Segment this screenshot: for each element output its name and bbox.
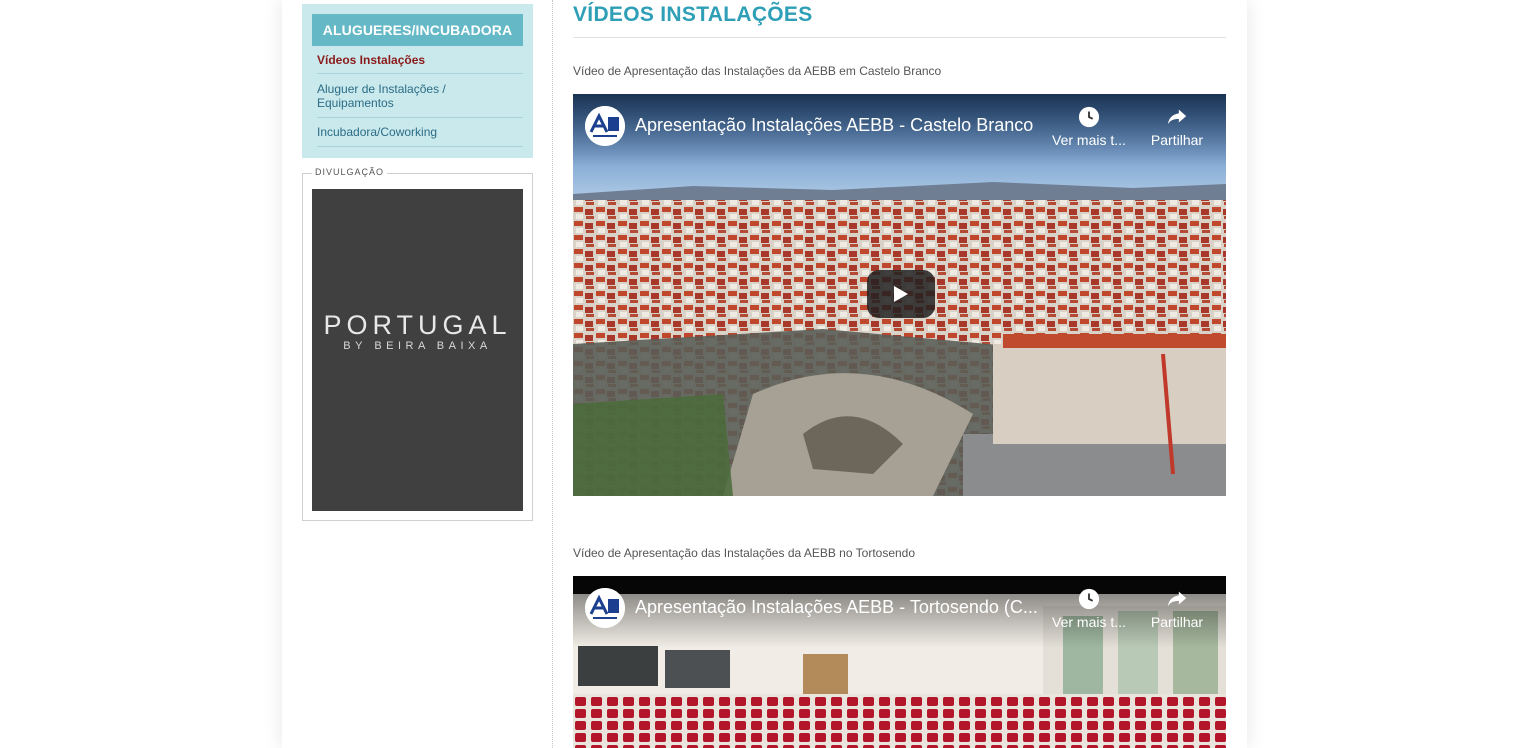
watch-later-button[interactable]: Ver mais t... xyxy=(1049,106,1129,148)
banner-subtitle: BY BEIRA BAIXA xyxy=(343,340,492,352)
aebb-logo-icon xyxy=(585,588,625,628)
play-icon xyxy=(894,286,908,302)
watch-later-button[interactable]: Ver mais t... xyxy=(1049,588,1129,630)
video-title[interactable]: Apresentação Instalações AEBB - Castelo … xyxy=(635,115,1055,136)
sidebar-section-title: ALUGUERES/INCUBADORA xyxy=(312,14,523,46)
clock-icon xyxy=(1078,106,1100,128)
share-button[interactable]: Partilhar xyxy=(1137,106,1217,148)
video-caption-tortosendo: Vídeo de Apresentação das Instalações da… xyxy=(573,546,916,560)
clock-icon xyxy=(1078,588,1100,610)
column-divider xyxy=(552,0,553,748)
sidebar-menu: ALUGUERES/INCUBADORA Vídeos Instalações … xyxy=(302,4,533,158)
sidebar-item-aluguer-instalacoes[interactable]: Aluguer de Instalações / Equipamentos xyxy=(317,82,523,118)
aebb-logo-icon xyxy=(585,106,625,146)
video-player-castelo-branco[interactable]: Apresentação Instalações AEBB - Castelo … xyxy=(573,94,1226,496)
watch-later-label: Ver mais t... xyxy=(1052,614,1126,630)
title-underline xyxy=(573,37,1226,38)
video-title[interactable]: Apresentação Instalações AEBB - Tortosen… xyxy=(635,597,1055,618)
watch-later-label: Ver mais t... xyxy=(1052,132,1126,148)
sidebar-item-videos-instalacoes[interactable]: Vídeos Instalações xyxy=(317,53,523,74)
sidebar-item-incubadora-coworking[interactable]: Incubadora/Coworking xyxy=(317,125,523,147)
divulgacao-label: DIVULGAÇÃO xyxy=(312,167,388,177)
banner-title: PORTUGAL xyxy=(323,310,512,340)
share-button[interactable]: Partilhar xyxy=(1137,588,1217,630)
aebb-channel-avatar[interactable] xyxy=(585,588,625,628)
share-arrow-icon xyxy=(1167,109,1187,125)
video-caption-castelo-branco: Vídeo de Apresentação das Instalações da… xyxy=(573,64,942,78)
share-label: Partilhar xyxy=(1150,132,1204,148)
play-button[interactable] xyxy=(867,270,935,318)
aebb-channel-avatar[interactable] xyxy=(585,106,625,146)
page-title: VÍDEOS INSTALAÇÕES xyxy=(573,3,813,26)
share-label: Partilhar xyxy=(1150,614,1204,630)
divulgacao-box: DIVULGAÇÃO PORTUGAL BY BEIRA BAIXA xyxy=(302,167,533,521)
portugal-beira-baixa-banner[interactable]: PORTUGAL BY BEIRA BAIXA xyxy=(312,189,523,511)
share-arrow-icon xyxy=(1167,591,1187,607)
video-player-tortosendo[interactable]: Apresentação Instalações AEBB - Tortosen… xyxy=(573,576,1226,748)
